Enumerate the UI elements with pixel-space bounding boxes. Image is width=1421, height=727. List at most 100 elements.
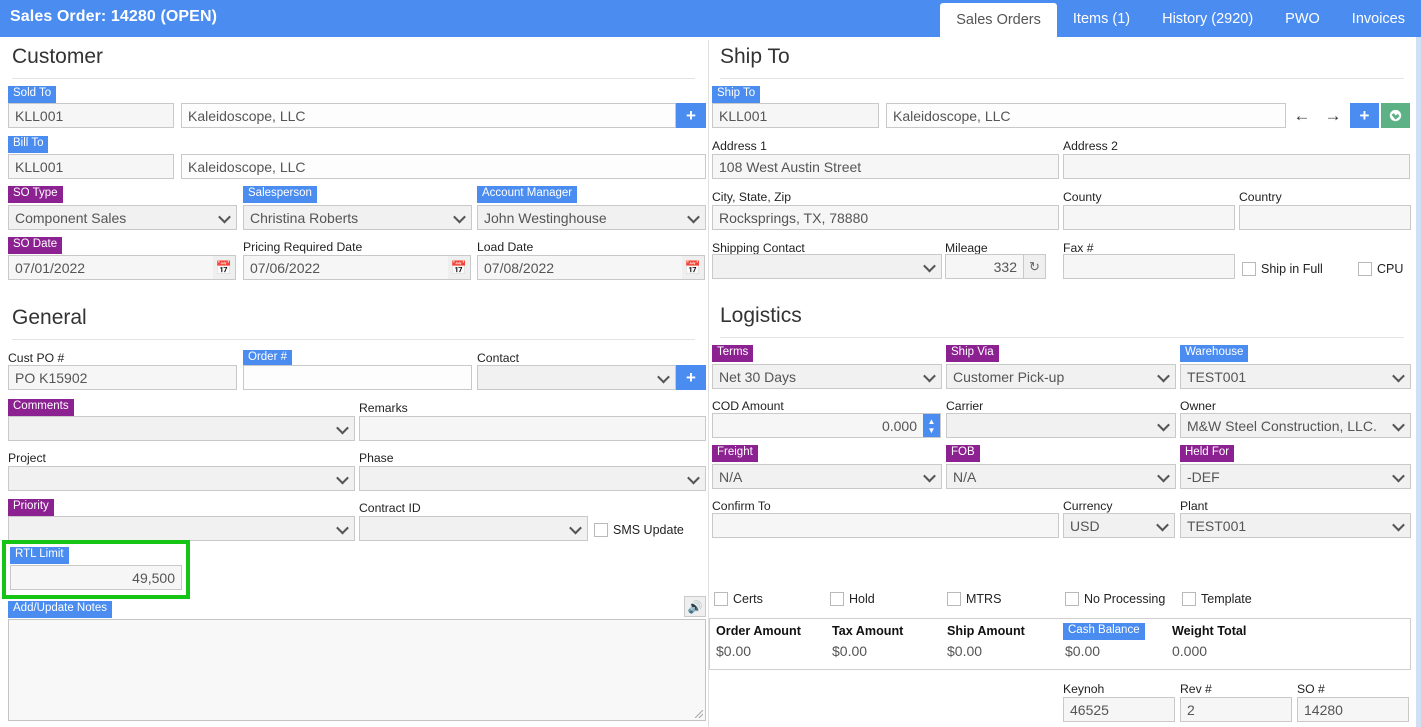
tab-history[interactable]: History (2920) — [1146, 0, 1269, 37]
salesperson-select[interactable]: Christina Roberts — [243, 205, 472, 230]
certs-box[interactable] — [714, 592, 728, 606]
certs-checkbox[interactable]: Certs — [714, 592, 763, 606]
carrier-select[interactable] — [946, 413, 1176, 438]
load-date-input[interactable]: 07/08/2022 — [477, 255, 683, 280]
pricing-required-date-label: Pricing Required Date — [243, 240, 362, 254]
pricing-required-date-calendar-icon[interactable]: 📅 — [448, 255, 471, 280]
so-date-calendar-icon[interactable]: 📅 — [213, 255, 236, 280]
tab-items[interactable]: Items (1) — [1057, 0, 1146, 37]
ship-in-full-box[interactable] — [1242, 262, 1256, 276]
no-processing-checkbox[interactable]: No Processing — [1065, 592, 1165, 606]
tab-sales-orders[interactable]: Sales Orders — [940, 3, 1057, 37]
ship-via-select[interactable]: Customer Pick-up — [946, 364, 1176, 389]
cod-stepper-down-icon[interactable]: ▼ — [928, 426, 936, 435]
hold-box[interactable] — [830, 592, 844, 606]
warehouse-select[interactable]: TEST001 — [1180, 364, 1411, 389]
phase-select[interactable] — [359, 466, 706, 491]
country-label: Country — [1239, 190, 1282, 204]
ship-to-next-arrow-right-icon[interactable]: → — [1322, 104, 1344, 127]
tab-invoices[interactable]: Invoices — [1336, 0, 1421, 37]
priority-select[interactable] — [8, 516, 355, 541]
so-number-input[interactable]: 14280 — [1297, 697, 1409, 722]
sold-to-code-input[interactable]: KLL001 — [8, 103, 174, 128]
template-checkbox[interactable]: Template — [1182, 592, 1252, 606]
mileage-refresh-icon[interactable]: ↻ — [1023, 254, 1046, 279]
plant-select[interactable]: TEST001 — [1180, 513, 1411, 538]
ship-to-map-marker-button[interactable] — [1381, 103, 1410, 128]
cod-amount-input[interactable]: 0.000 — [712, 413, 924, 438]
shipping-contact-select[interactable] — [712, 254, 942, 279]
salesperson-label: Salesperson — [243, 186, 317, 203]
mileage-label: Mileage — [945, 241, 988, 255]
city-state-zip-input[interactable]: Rocksprings, TX, 78880 — [712, 205, 1059, 230]
weight-total-label: Weight Total — [1172, 624, 1246, 638]
so-number-label: SO # — [1297, 682, 1325, 696]
remarks-label: Remarks — [359, 401, 408, 415]
bill-to-name-input[interactable]: Kaleidoscope, LLC — [181, 154, 706, 179]
cod-stepper-up-icon[interactable]: ▲ — [928, 417, 936, 426]
load-date-calendar-icon[interactable]: 📅 — [682, 255, 705, 280]
notes-speaker-icon[interactable]: 🔊 — [684, 596, 706, 617]
page-scrollbar[interactable] — [1416, 37, 1421, 727]
confirm-to-input[interactable] — [712, 513, 1059, 538]
certs-label: Certs — [733, 592, 763, 606]
notes-textarea[interactable] — [8, 619, 706, 721]
address2-input[interactable] — [1063, 154, 1410, 179]
cash-balance-label: Cash Balance — [1063, 623, 1145, 640]
order-no-input[interactable] — [243, 365, 472, 390]
contact-select[interactable] — [477, 365, 676, 390]
sms-update-label: SMS Update — [613, 523, 684, 537]
project-select[interactable] — [8, 466, 355, 491]
ship-to-add-button[interactable]: + — [1350, 103, 1379, 128]
mileage-input[interactable]: 332 — [945, 254, 1024, 279]
rtl-limit-input[interactable]: 49,500 — [10, 565, 182, 590]
mtrs-box[interactable] — [947, 592, 961, 606]
ship-in-full-checkbox[interactable]: Ship in Full — [1242, 262, 1323, 276]
county-input[interactable] — [1063, 205, 1235, 230]
contact-add-button[interactable]: + — [676, 365, 706, 390]
owner-select[interactable]: M&W Steel Construction, LLC. — [1180, 413, 1411, 438]
bill-to-code-input[interactable]: KLL001 — [8, 154, 174, 179]
sms-update-box[interactable] — [594, 523, 608, 537]
sold-to-add-button[interactable]: + — [676, 103, 706, 128]
currency-select[interactable]: USD — [1063, 513, 1175, 538]
terms-select[interactable]: Net 30 Days — [712, 364, 942, 389]
cpu-checkbox[interactable]: CPU — [1358, 262, 1403, 276]
ship-to-prev-arrow-left-icon[interactable]: ← — [1291, 104, 1313, 127]
address1-input[interactable]: 108 West Austin Street — [712, 154, 1059, 179]
bill-to-label: Bill To — [8, 136, 48, 153]
so-type-select[interactable]: Component Sales — [8, 205, 237, 230]
sms-update-checkbox[interactable]: SMS Update — [594, 523, 684, 537]
rev-input[interactable]: 2 — [1180, 697, 1292, 722]
totals-panel — [709, 618, 1411, 670]
comments-select[interactable] — [8, 416, 355, 441]
held-for-select[interactable]: -DEF — [1180, 464, 1411, 489]
template-box[interactable] — [1182, 592, 1196, 606]
cod-amount-stepper[interactable]: ▲ ▼ — [923, 413, 941, 438]
cust-po-input[interactable]: PO K15902 — [8, 365, 237, 390]
cod-amount-label: COD Amount — [712, 399, 784, 413]
keynoh-input[interactable]: 46525 — [1063, 697, 1175, 722]
rev-label: Rev # — [1180, 682, 1212, 696]
hold-checkbox[interactable]: Hold — [830, 592, 875, 606]
pricing-required-date-input[interactable]: 07/06/2022 — [243, 255, 449, 280]
held-for-label: Held For — [1180, 445, 1234, 462]
tab-history-label: History (2920) — [1162, 11, 1253, 27]
fax-input[interactable] — [1063, 254, 1235, 279]
freight-select[interactable]: N/A — [712, 464, 942, 489]
so-date-input[interactable]: 07/01/2022 — [8, 255, 214, 280]
tab-pwo[interactable]: PWO — [1269, 0, 1336, 37]
cpu-box[interactable] — [1358, 262, 1372, 276]
account-manager-label: Account Manager — [477, 186, 577, 203]
ship-to-name-input[interactable]: Kaleidoscope, LLC — [886, 103, 1286, 128]
country-input[interactable] — [1239, 205, 1411, 230]
mtrs-checkbox[interactable]: MTRS — [947, 592, 1001, 606]
ship-to-code-input[interactable]: KLL001 — [712, 103, 879, 128]
no-processing-box[interactable] — [1065, 592, 1079, 606]
sold-to-name-input[interactable]: Kaleidoscope, LLC — [181, 103, 676, 128]
remarks-input[interactable] — [359, 416, 706, 441]
account-manager-select[interactable]: John Westinghouse — [477, 205, 706, 230]
contract-id-select[interactable] — [359, 516, 588, 541]
fob-select[interactable]: N/A — [946, 464, 1176, 489]
carrier-label: Carrier — [946, 399, 983, 413]
